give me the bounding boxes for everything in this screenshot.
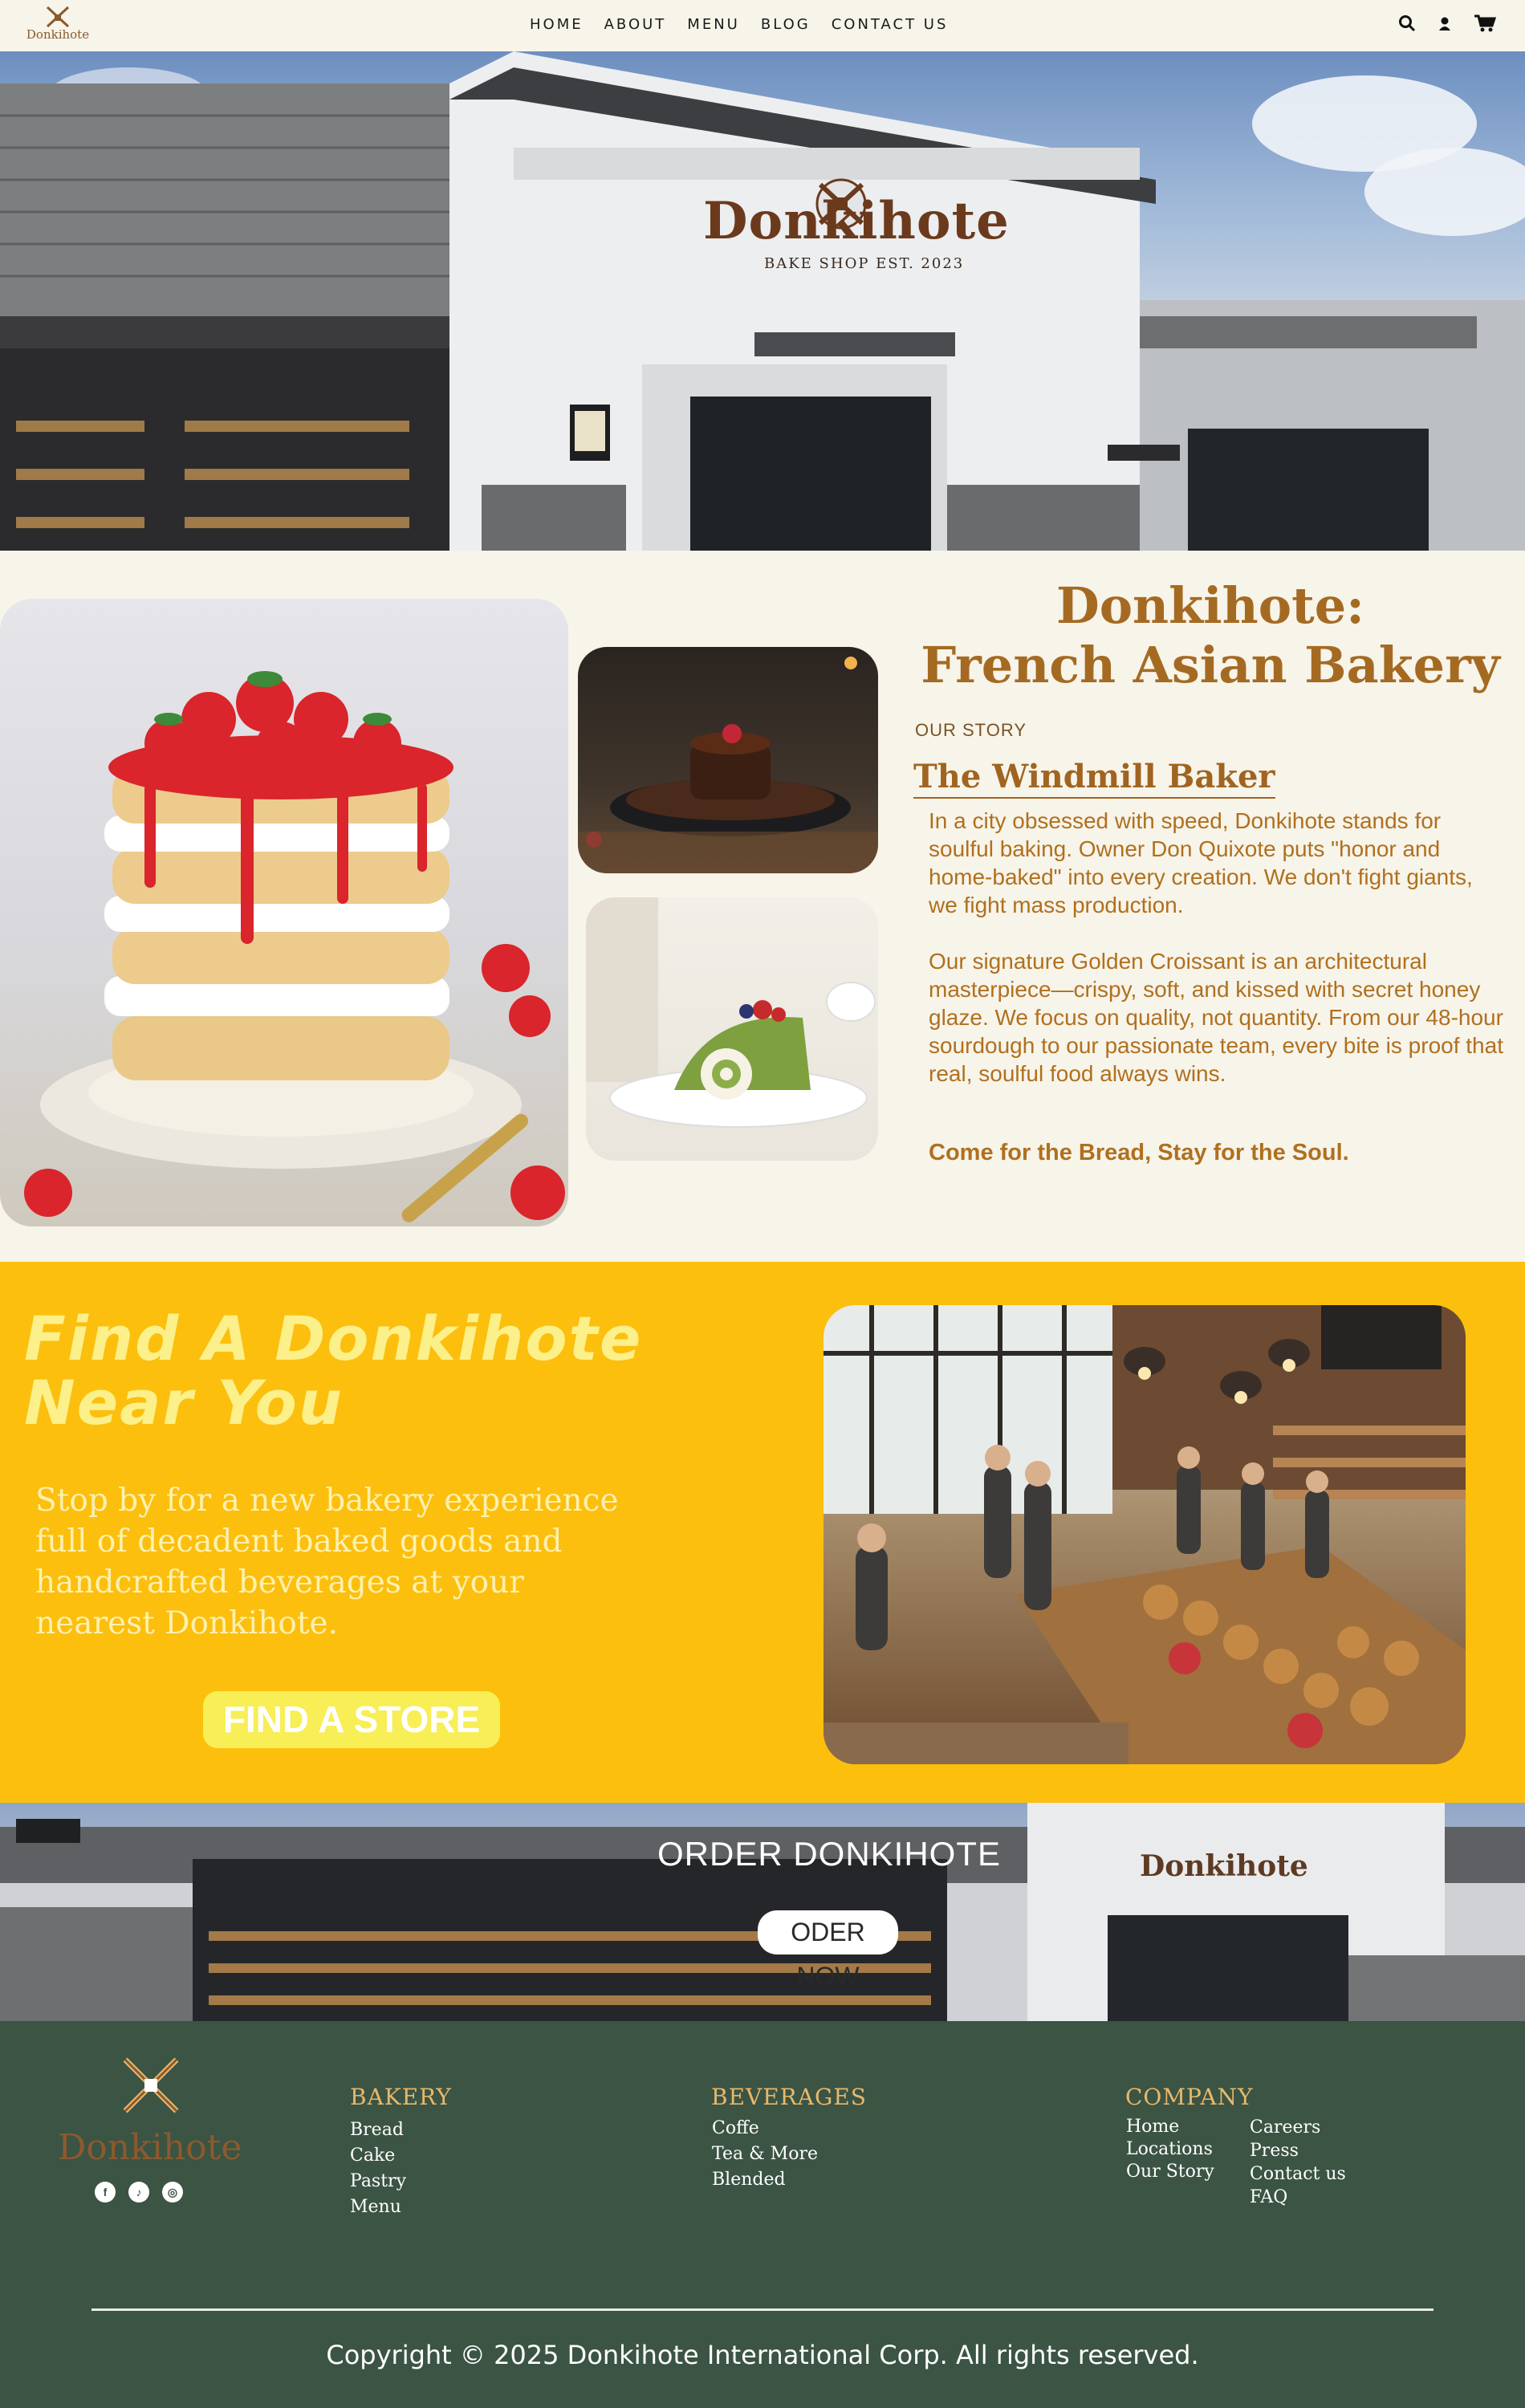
footer-beverages-list: Coffe Tea & More Blended (712, 2116, 818, 2193)
logo-text: Donkihote (26, 27, 90, 42)
bakery-interior-image (824, 1305, 1466, 1764)
footer-company-list-2: Careers Press Contact us FAQ (1250, 2116, 1346, 2209)
find-title: Find A Donkihote Near You (24, 1303, 643, 1438)
footer-link-faq[interactable]: FAQ (1250, 2186, 1346, 2209)
our-story-eyebrow: OUR STORY (915, 720, 1027, 740)
hero-image: Donkihote BAKE SHOP EST. 2023 (0, 51, 1525, 551)
nav-icons (1398, 14, 1496, 32)
tiktok-icon[interactable]: ♪ (128, 2182, 149, 2203)
footer-link-home[interactable]: Home (1126, 2116, 1214, 2138)
nav-about[interactable]: ABOUT (604, 16, 667, 33)
top-nav: Donkihote HOME ABOUT MENU BLOG CONTACT U… (0, 0, 1525, 51)
footer-beverages-heading: BEVERAGES (711, 2084, 867, 2110)
footer-link-blended[interactable]: Blended (712, 2167, 818, 2193)
matcha-roll-image (586, 897, 878, 1161)
footer-link-press[interactable]: Press (1250, 2139, 1346, 2162)
shop-sign-sub: BAKE SHOP EST. 2023 (764, 255, 965, 272)
story-heading: The Windmill Baker (913, 758, 1275, 799)
footer-company-heading: COMPANY (1125, 2084, 1254, 2110)
footer-link-tea[interactable]: Tea & More (712, 2142, 818, 2167)
page-title-line1: Donkihote: (1055, 576, 1365, 635)
search-icon[interactable] (1398, 14, 1416, 32)
footer-link-locations[interactable]: Locations (1126, 2138, 1214, 2161)
instagram-icon[interactable]: ◎ (162, 2182, 183, 2203)
nav-menu[interactable]: MENU (687, 16, 740, 33)
footer-link-coffee[interactable]: Coffe (712, 2116, 818, 2142)
footer-bakery-heading: BAKERY (350, 2084, 452, 2110)
nav-links: HOME ABOUT MENU BLOG CONTACT US (530, 16, 948, 33)
logo[interactable]: Donkihote (18, 5, 98, 42)
footer-windmill-logo-icon (123, 2057, 179, 2113)
story-tagline: Come for the Bread, Stay for the Soul. (929, 1140, 1349, 1165)
shop-sign: Donkihote (703, 191, 1010, 251)
nav-contact[interactable]: CONTACT US (832, 16, 949, 33)
footer-link-careers[interactable]: Careers (1250, 2116, 1346, 2139)
footer-link-cake[interactable]: Cake (350, 2143, 406, 2169)
footer-link-bread[interactable]: Bread (350, 2117, 406, 2143)
order-title: ORDER DONKIHOTE (657, 1835, 1002, 1873)
footer-link-our-story[interactable]: Our Story (1126, 2161, 1214, 2183)
cart-icon[interactable] (1474, 14, 1496, 32)
windmill-logo-icon (46, 6, 70, 28)
facebook-icon[interactable]: f (95, 2182, 116, 2203)
footer-bakery-list: Bread Cake Pastry Menu (350, 2117, 406, 2220)
footer-link-menu[interactable]: Menu (350, 2194, 406, 2220)
page-title: Donkihote: French Asian Bakery (897, 576, 1523, 695)
nav-blog[interactable]: BLOG (761, 16, 811, 33)
footer-company-list-1: Home Locations Our Story (1126, 2116, 1214, 2183)
page-title-line2: French Asian Bakery (921, 636, 1500, 694)
user-icon[interactable] (1437, 14, 1453, 32)
find-description: Stop by for a new bakery experience full… (35, 1483, 619, 1641)
nav-home[interactable]: HOME (530, 16, 584, 33)
footer-social: f ♪ ◎ (95, 2182, 183, 2203)
order-now-button[interactable]: ODER NOW (758, 1910, 898, 1991)
story-paragraph-2: Our signature Golden Croissant is an arc… (929, 949, 1503, 1086)
footer-link-contact[interactable]: Contact us (1250, 2162, 1346, 2186)
copyright: Copyright © 2025 Donkihote International… (326, 2340, 1199, 2370)
footer-brand: Donkihote (58, 2127, 242, 2168)
lava-cake-image (578, 647, 878, 873)
footer-link-pastry[interactable]: Pastry (350, 2169, 406, 2194)
story-paragraph-1: In a city obsessed with speed, Donkihote… (929, 808, 1473, 917)
strawberry-cake-image (0, 599, 568, 1226)
footer-divider (92, 2308, 1434, 2311)
find-store-button[interactable]: FIND A STORE (203, 1691, 500, 1748)
